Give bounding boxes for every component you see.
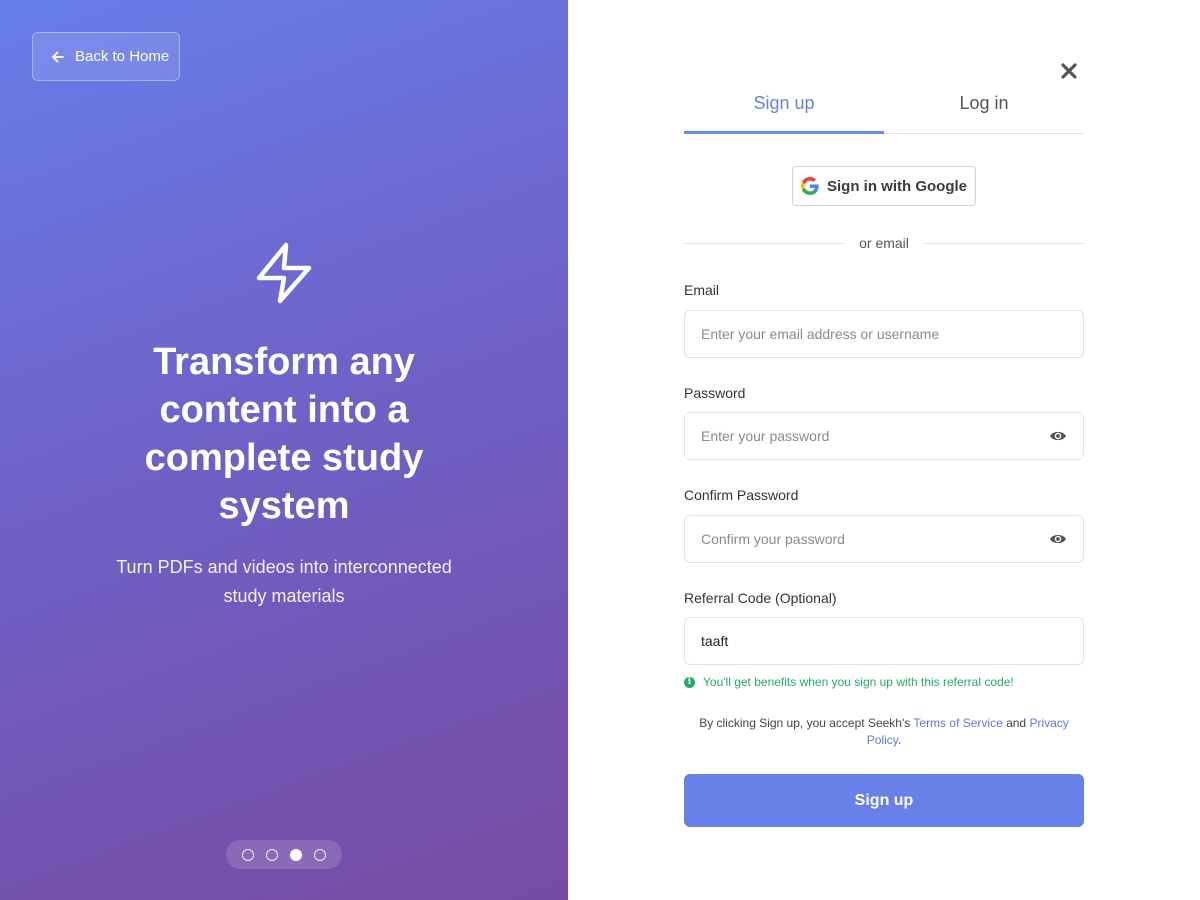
email-input[interactable] <box>701 326 1067 342</box>
carousel-dot[interactable] <box>266 848 278 861</box>
tab-log-in[interactable]: Log in <box>884 84 1084 133</box>
carousel-indicators <box>226 840 342 869</box>
sign-up-button[interactable]: Sign up <box>684 774 1084 827</box>
close-icon[interactable] <box>1058 60 1080 82</box>
terms-prefix: By clicking Sign up, you accept Seekh's <box>699 716 914 730</box>
terms-of-service-link[interactable]: Terms of Service <box>913 716 1002 730</box>
google-sign-in-label: Sign in with Google <box>827 177 967 195</box>
referral-code-field-wrapper <box>684 617 1084 665</box>
back-to-home-button[interactable]: Back to Home <box>32 32 180 81</box>
email-label: Email <box>684 282 720 298</box>
divider-text: or email <box>859 235 909 251</box>
auth-tabs: Sign up Log in <box>684 84 1084 134</box>
carousel-dot[interactable] <box>242 848 254 861</box>
eye-icon[interactable] <box>1049 429 1067 443</box>
back-to-home-label: Back to Home <box>75 48 170 65</box>
email-field-wrapper <box>684 310 1084 358</box>
carousel-dot[interactable] <box>314 848 326 861</box>
carousel-dot-active[interactable] <box>290 848 302 861</box>
terms-and: and <box>1002 716 1030 730</box>
hero-panel: Back to Home Transform any content into … <box>0 0 568 900</box>
divider-line <box>922 242 1085 244</box>
arrow-left-icon <box>52 51 64 62</box>
password-input[interactable] <box>701 428 1049 444</box>
referral-code-input[interactable] <box>701 633 1067 649</box>
terms-notice: By clicking Sign up, you accept Seekh's … <box>684 715 1084 749</box>
tab-sign-up[interactable]: Sign up <box>684 84 884 134</box>
confirm-password-input[interactable] <box>701 531 1049 547</box>
password-label: Password <box>684 385 746 401</box>
lightning-bolt-icon <box>256 242 312 304</box>
referral-code-label: Referral Code (Optional) <box>684 590 837 606</box>
info-icon: i <box>684 676 695 688</box>
eye-icon[interactable] <box>1049 532 1067 546</box>
confirm-password-label: Confirm Password <box>684 487 799 503</box>
referral-info-text: You'll get benefits when you sign up wit… <box>703 675 1014 689</box>
google-sign-in-button[interactable]: Sign in with Google <box>792 166 976 206</box>
divider-line <box>684 242 846 244</box>
confirm-password-field-wrapper <box>684 515 1084 563</box>
hero-subhead: Turn PDFs and videos into interconnected… <box>116 557 452 606</box>
password-field-wrapper <box>684 412 1084 460</box>
terms-suffix: . <box>897 733 902 747</box>
google-logo-icon <box>801 177 819 195</box>
hero-headline: Transform any content into a complete st… <box>144 341 424 527</box>
or-email-divider: or email <box>684 234 1085 252</box>
referral-info-message: i You'll get benefits when you sign up w… <box>684 675 1014 689</box>
